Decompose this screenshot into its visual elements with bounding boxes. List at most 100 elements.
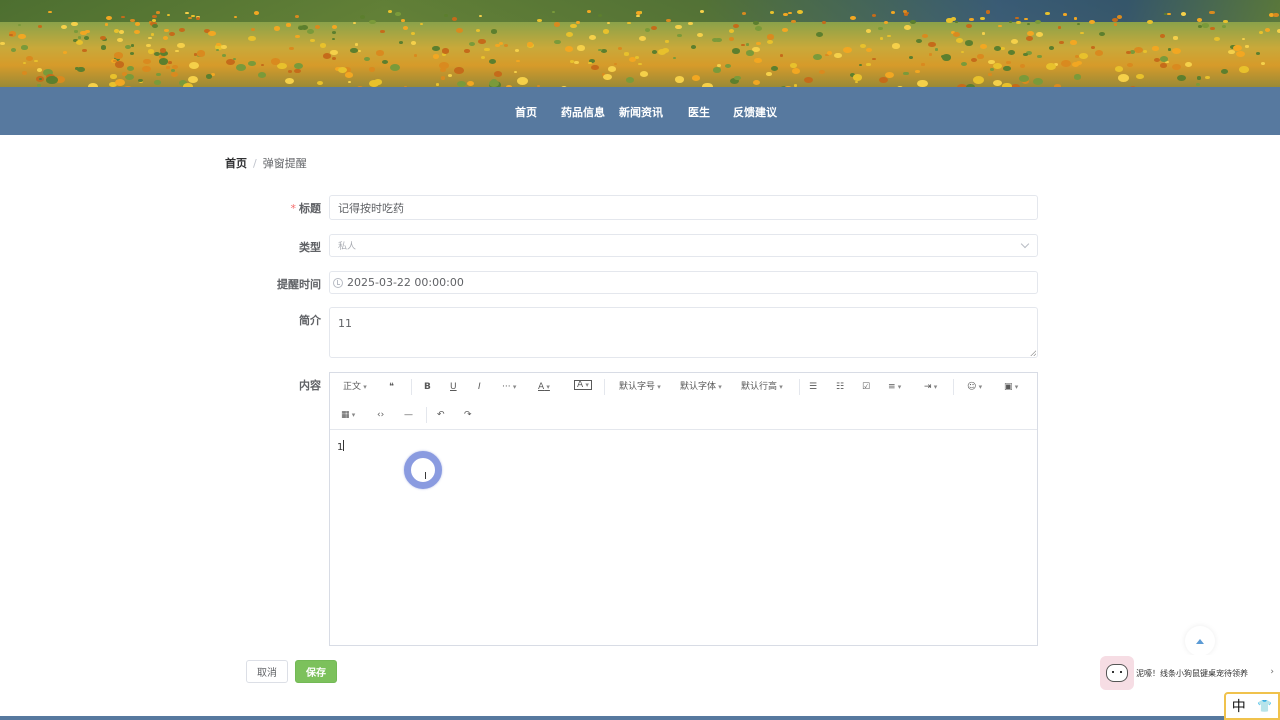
flower-texture [852,74,862,81]
flower-texture [1214,37,1221,41]
flower-texture [175,50,179,53]
flower-texture [1184,62,1192,68]
flower-texture [354,43,359,46]
flower-texture [821,21,826,25]
flower-texture [196,50,206,57]
flower-texture [317,81,324,86]
code-icon[interactable]: ‹› [377,408,384,422]
resize-handle-icon[interactable] [1030,350,1036,356]
flower-texture [1023,52,1029,57]
ime-language-label[interactable]: 中 [1232,696,1246,716]
flower-texture [176,42,185,49]
align-icon[interactable]: ≡ [888,380,901,394]
flower-texture [294,15,299,19]
flower-texture [114,61,125,69]
flower-texture [1077,23,1081,26]
flower-texture [1209,26,1215,31]
flower-texture [973,76,985,85]
intro-textarea[interactable]: 11 [329,307,1038,358]
nav-item-home[interactable]: 首页 [515,104,537,120]
text-cursor-icon: I [424,471,427,482]
title-input[interactable]: 记得按时吃药 [329,195,1038,220]
underline-icon[interactable]: U [450,380,457,394]
flower-texture [410,41,416,45]
redo-icon[interactable]: ↷ [464,408,472,422]
cancel-button[interactable]: 取消 [246,660,288,683]
flower-texture [1136,73,1144,80]
editor-content-area[interactable]: 1 [337,440,345,453]
flower-texture [133,29,141,35]
flower-texture [553,22,560,27]
bold-icon[interactable]: B [424,380,431,394]
flower-texture [1074,55,1080,59]
flower-texture [432,46,440,52]
flower-texture [129,51,134,55]
ime-indicator[interactable]: 中 👕 [1224,692,1280,720]
flower-texture [993,46,1001,52]
flower-texture [909,19,917,25]
flower-texture [675,24,682,30]
flower-texture [728,29,735,34]
flower-texture [1046,62,1056,70]
nav-item-feedback[interactable]: 反馈建议 [733,104,777,120]
undo-icon[interactable]: ↶ [437,408,445,422]
flower-texture [674,76,685,83]
flower-texture [314,24,321,29]
italic-icon[interactable]: I [478,380,481,394]
flower-texture [753,20,759,25]
type-select[interactable]: 私人 [329,234,1038,257]
flower-texture [443,14,449,17]
more-styles-icon[interactable]: ··· [502,380,516,394]
flower-texture [436,83,440,86]
flower-texture [717,63,722,67]
flower-texture [17,24,21,27]
font-family-dropdown[interactable]: 默认字体 [680,380,722,394]
image-icon[interactable]: ▣ [1004,380,1018,394]
remind-time-picker[interactable]: 2025-03-22 00:00:00 [329,271,1038,294]
flower-texture [745,50,754,56]
quote-icon[interactable]: ❝ [389,380,394,394]
flower-texture [62,50,68,54]
flower-texture [804,76,814,83]
font-size-dropdown[interactable]: 默认字号 [619,380,661,394]
flower-texture [1221,24,1227,28]
nav-item-medicine-info[interactable]: 药品信息 [561,104,605,120]
flower-texture [10,48,17,53]
emoji-icon[interactable]: ☺ [967,380,982,394]
save-button[interactable]: 保存 [295,660,337,683]
chevron-right-icon[interactable]: › [1270,667,1274,677]
flower-texture [928,41,937,48]
table-icon[interactable]: ▦ [341,408,355,422]
numbered-list-icon[interactable]: ☷ [836,380,844,394]
flower-texture [1008,20,1013,24]
flower-texture [118,30,124,34]
chevron-down-icon [1020,239,1030,249]
divider-icon[interactable]: — [404,408,413,422]
flower-texture [570,23,578,29]
nav-item-doctor[interactable]: 医生 [688,104,710,120]
flower-texture [1143,50,1148,53]
flower-texture [576,20,581,24]
shirt-icon[interactable]: 👕 [1257,699,1272,713]
flower-texture [602,29,610,34]
background-color-icon[interactable]: A [574,380,592,390]
back-to-top-button[interactable] [1185,626,1215,656]
breadcrumb-home[interactable]: 首页 [225,157,247,170]
flower-texture [1147,20,1154,25]
nav-item-news[interactable]: 新闻资讯 [619,104,663,120]
paragraph-style-dropdown[interactable]: 正文 [343,380,367,394]
desktop-pet-promo[interactable]: 泥嚎！线条小狗鼠键桌宠待领养 › [1100,655,1280,691]
line-height-dropdown[interactable]: 默认行高 [741,380,783,394]
flower-texture [1023,17,1028,21]
flower-texture [783,12,788,16]
flower-texture [989,68,994,72]
flower-texture [536,18,542,22]
bullet-list-icon[interactable]: ☰ [809,380,817,394]
todo-list-icon[interactable]: ☑ [862,380,870,394]
flower-texture [113,29,119,33]
flower-texture [398,41,404,45]
flower-texture [787,11,792,15]
font-color-icon[interactable]: A [538,380,550,394]
indent-icon[interactable]: ⇥ [924,380,937,394]
flower-texture [491,29,498,34]
